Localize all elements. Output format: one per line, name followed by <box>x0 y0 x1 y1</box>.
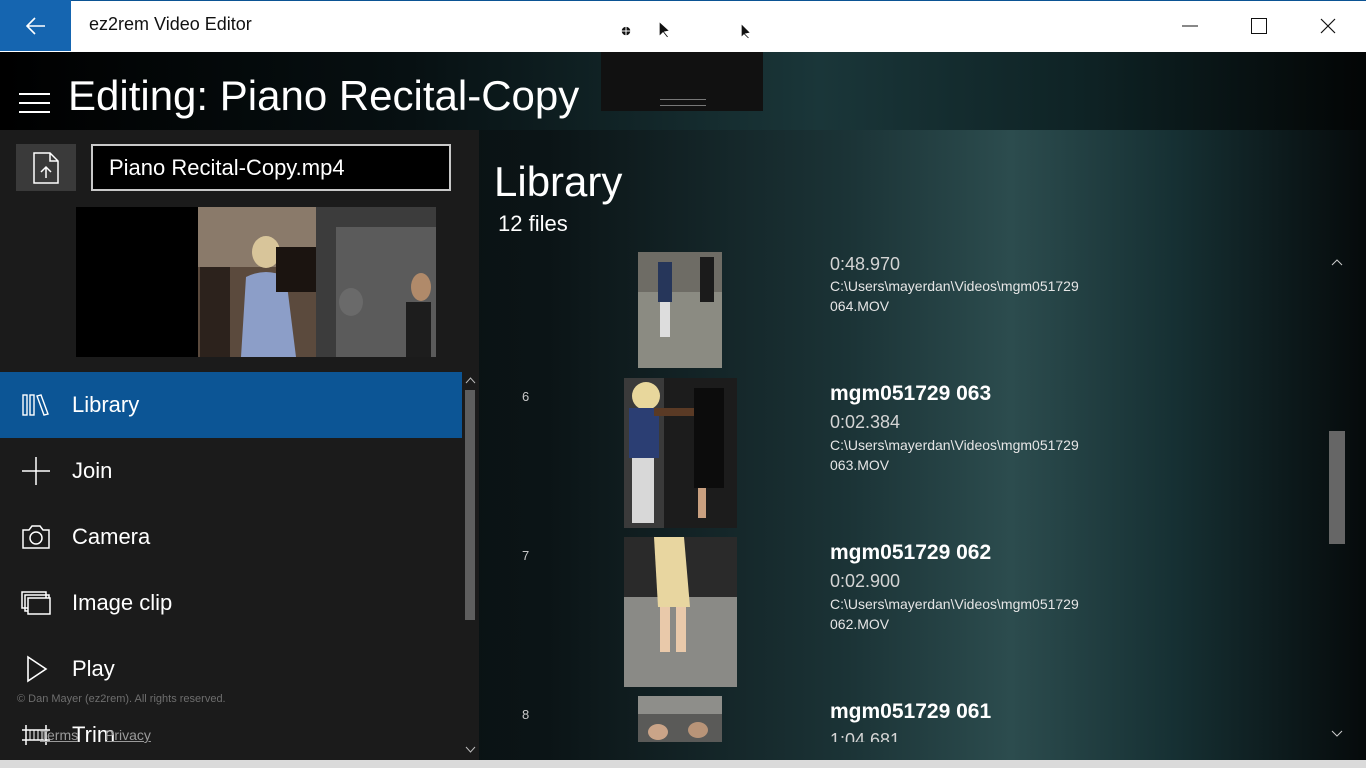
nav-item-join[interactable]: Join <box>0 438 462 504</box>
camera-icon <box>0 524 72 550</box>
clip-path: C:\Users\mayerdan\Videos\mgm051729 063.M… <box>830 437 1079 473</box>
window-title: ez2rem Video Editor <box>89 14 252 34</box>
toolbar-grip[interactable] <box>660 99 706 106</box>
library-icon <box>0 392 72 418</box>
filename-input[interactable] <box>91 144 451 191</box>
minimize-icon <box>1182 25 1198 26</box>
library-scroll-thumb[interactable] <box>1329 431 1345 544</box>
nav-label: Camera <box>72 524 151 549</box>
clip-duration: 0:02.384 <box>830 412 901 432</box>
item-index: 8 <box>522 707 530 722</box>
scroll-down-icon[interactable] <box>465 746 476 754</box>
hamburger-icon[interactable] <box>19 93 50 113</box>
video-thumbnail <box>624 537 737 687</box>
file-count: 12 files <box>498 211 568 236</box>
nav-item-image-clip[interactable]: Image clip <box>0 570 462 636</box>
nav-label: Image clip <box>72 590 173 615</box>
nav-item-library[interactable]: Library <box>0 372 462 438</box>
nav-label: Join <box>72 458 113 483</box>
video-thumbnail <box>624 378 737 528</box>
clip-duration: 0:48.970 <box>830 254 901 274</box>
minimize-button[interactable] <box>1156 0 1224 51</box>
maximize-button[interactable] <box>1225 0 1293 51</box>
scroll-down-icon[interactable] <box>1331 730 1343 738</box>
clip-name: mgm051729 062 <box>830 541 992 564</box>
scroll-up-icon[interactable] <box>465 376 476 384</box>
clip-duration: 0:02.900 <box>830 571 901 591</box>
scroll-up-icon[interactable] <box>1331 258 1343 266</box>
close-button[interactable] <box>1294 0 1362 51</box>
nav-label: Library <box>72 392 140 417</box>
copyright-text: © Dan Mayer (ez2rem). All rights reserve… <box>17 693 226 705</box>
nav-item-camera[interactable]: Camera <box>0 504 462 570</box>
selection-pointer-icon[interactable] <box>726 10 758 42</box>
item-index: 7 <box>522 548 530 563</box>
maximize-icon <box>1251 17 1267 34</box>
close-icon <box>1320 18 1336 33</box>
video-thumbnail <box>638 696 722 742</box>
library-title: Library <box>494 158 623 205</box>
library-list[interactable]: 0:48.970 C:\Users\mayerdan\Videos\mgm051… <box>494 252 1326 742</box>
nav-scroll-thumb[interactable] <box>465 390 475 620</box>
terms-link[interactable]: Terms <box>40 727 78 743</box>
clip-duration: 1:04.681 <box>830 730 901 742</box>
export-button[interactable] <box>16 144 76 191</box>
nav-label: Play <box>72 656 115 681</box>
fullscreen-frame-icon[interactable] <box>686 10 718 42</box>
select-pointer-icon[interactable] <box>646 10 678 42</box>
plus-icon <box>0 456 72 486</box>
arrow-left-icon <box>25 16 45 35</box>
video-thumbnail <box>638 252 722 368</box>
item-index: 6 <box>522 389 530 404</box>
play-icon <box>0 655 72 683</box>
page-title: Editing: Piano Recital-Copy <box>68 72 580 119</box>
video-preview <box>76 207 436 357</box>
clip-name: mgm051729 063 <box>830 382 992 405</box>
clip-path: C:\Users\mayerdan\Videos\mgm051729 062.M… <box>830 596 1079 632</box>
taskbar-strip <box>0 760 1366 768</box>
clip-path: C:\Users\mayerdan\Videos\mgm051729 064.M… <box>830 278 1079 314</box>
privacy-link[interactable]: Privacy <box>105 727 151 743</box>
file-upload-icon <box>33 151 59 184</box>
select-region-icon[interactable] <box>605 10 637 42</box>
image-clip-icon <box>0 590 72 616</box>
back-button[interactable] <box>0 0 71 51</box>
clip-name: mgm051729 061 <box>830 700 992 723</box>
